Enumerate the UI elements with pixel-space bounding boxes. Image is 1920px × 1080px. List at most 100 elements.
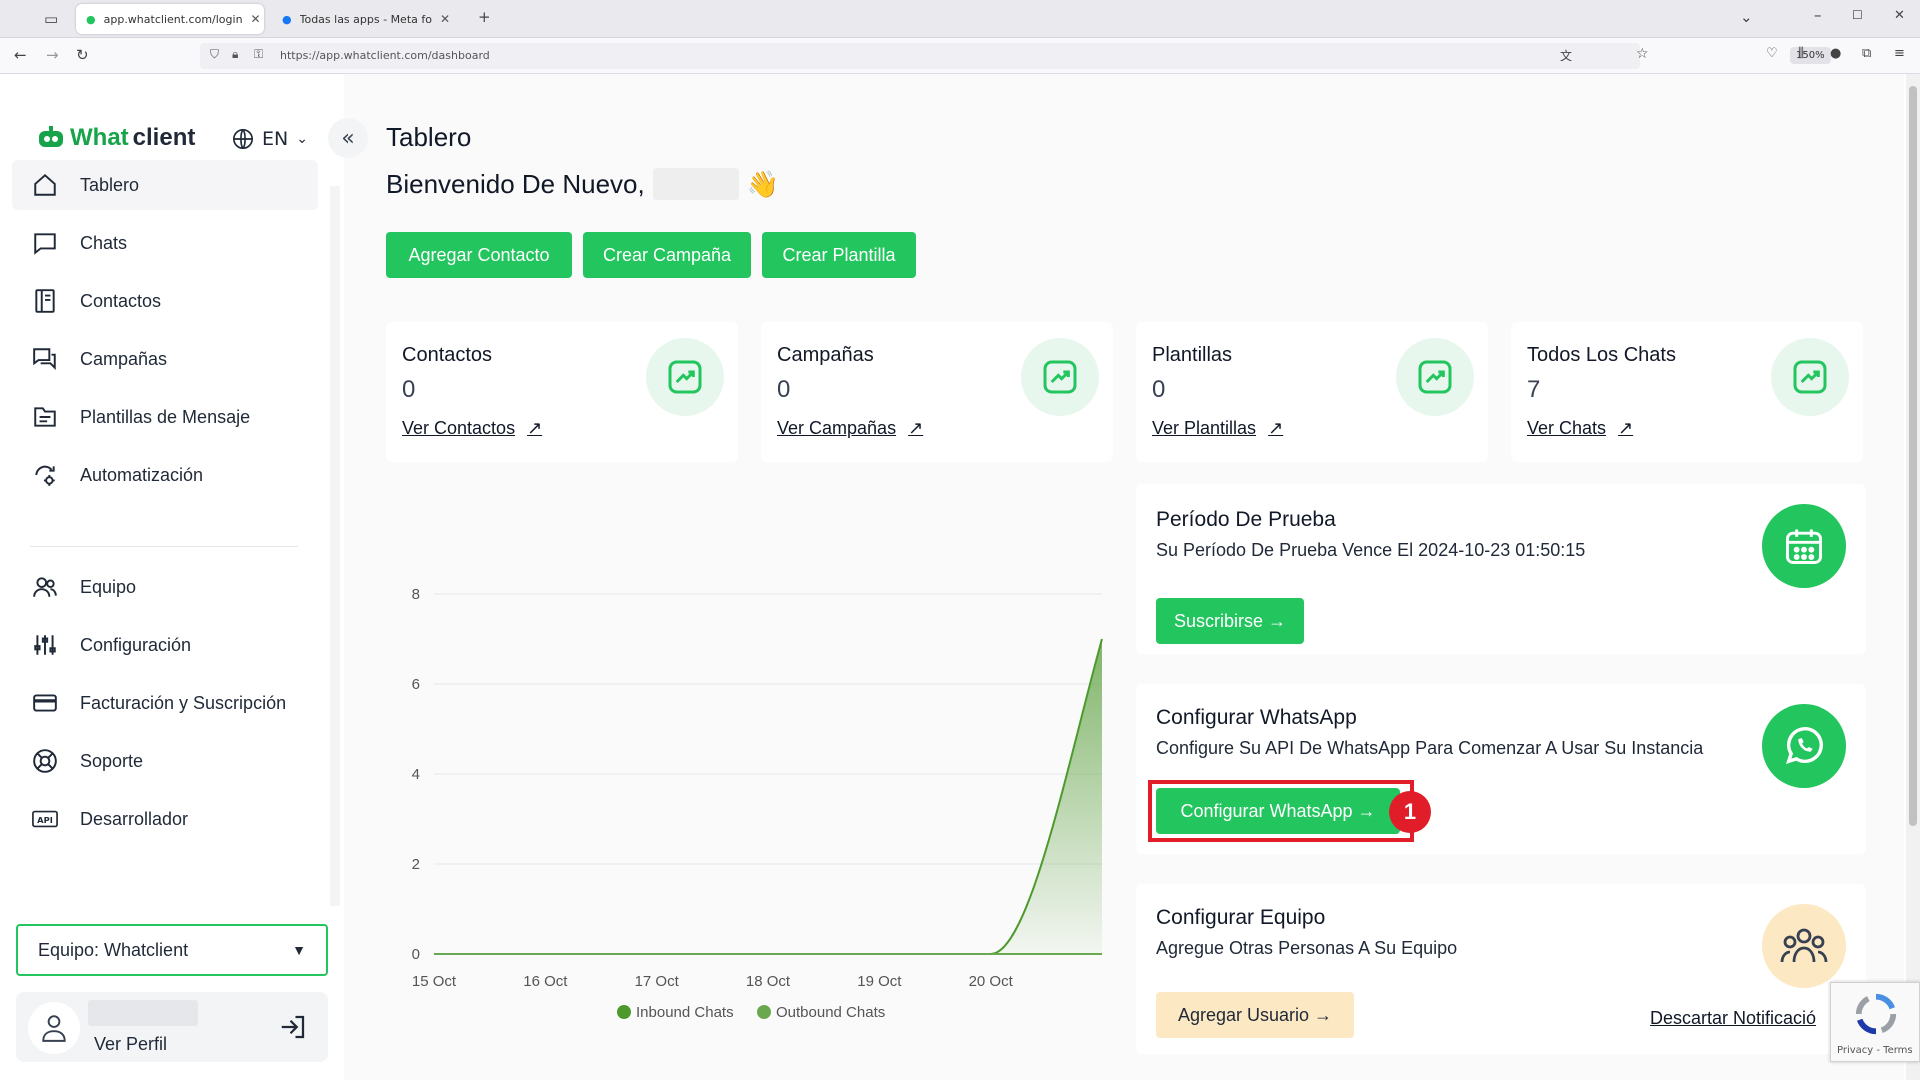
close-tab-icon[interactable]: ✕ [440,12,450,26]
zoom-level-badge[interactable]: 150% [1790,47,1831,64]
tab-overflow-chevron-icon[interactable]: ⌄ [1740,8,1753,26]
sidebar-item-label: Equipo [80,576,137,597]
stat-title: Contactos [402,344,493,366]
minimize-icon[interactable]: – [1814,6,1822,24]
pocket-icon[interactable]: ♡ [1766,46,1778,61]
view-templates-link[interactable]: Ver Plantillas ↗ [1152,418,1283,439]
template-folder-icon [34,407,56,427]
extensions-icon[interactable]: ⧉ [1862,46,1871,61]
sidebar-scrollbar[interactable] [330,186,340,906]
logo-text-what: What [70,124,129,151]
view-profile-link[interactable]: Ver Perfil [94,1034,167,1055]
trial-title: Período De Prueba [1156,508,1336,531]
sidebar-item-contactos[interactable]: Contactos [12,276,318,326]
team-title: Configurar Equipo [1156,906,1326,929]
url-text: https://app.whatclient.com/dashboard [280,49,490,62]
sidebar-item-plantillas[interactable]: Plantillas de Mensaje [12,392,318,442]
page-scrollbar[interactable] [1906,74,1920,1080]
y-tick-label: 6 [412,676,420,693]
arrow-up-right-icon: ↗ [1268,418,1284,438]
key-icon[interactable]: ⚿ [254,47,263,62]
new-tab-icon[interactable]: + [478,8,491,26]
sidebar-item-campanas[interactable]: Campañas [12,334,318,384]
view-contacts-link[interactable]: Ver Contactos ↗ [402,418,542,439]
browser-tab-active[interactable]: ● app.whatclient.com/login ✕ [76,4,264,34]
arrow-up-right-icon: ↗ [908,418,924,438]
shield-icon[interactable]: ⛉ [210,47,219,62]
caret-down-icon: ▼ [292,942,306,958]
stat-icon-container [1771,338,1849,416]
translate-icon[interactable]: 文 [1560,47,1572,64]
tab-list-icon[interactable]: ▭ [44,10,58,28]
welcome-text: Bienvenido De Nuevo, [386,168,645,199]
language-selector[interactable]: EN ⌄ [232,128,308,150]
menu-icon[interactable]: ≡ [1894,46,1905,61]
stat-icon-container [1396,338,1474,416]
chat-icon [34,233,56,255]
sidebar-item-tablero[interactable]: Tablero [12,160,318,210]
x-tick-label: 16 Oct [523,973,568,990]
series-area-inbound [434,639,1102,954]
sidebar-item-desarrollador[interactable]: API Desarrollador [12,794,318,844]
stat-link-label: Ver Plantillas [1152,418,1257,438]
browser-tab[interactable]: ● Todas las apps - Meta for Devel... ✕ [272,4,460,34]
address-bar[interactable]: ⛉ 🔒︎ ⚿ https://app.whatclient.com/dashbo… [200,43,1831,69]
team-icon [33,577,57,597]
create-campaign-button[interactable]: Crear Campaña [583,232,751,278]
user-icon [42,1015,66,1042]
browser-nav-bar: ← → ↻ ⛉ 🔒︎ ⚿ https://app.whatclient.com/… [0,38,1920,74]
favicon-icon: ● [86,12,96,26]
avatar[interactable] [28,1002,80,1054]
subscribe-button[interactable]: Suscribirse → [1156,598,1304,644]
logout-icon[interactable] [278,1012,308,1042]
language-label: EN [262,128,289,150]
automation-gear-icon [35,465,55,486]
dismiss-notification-link[interactable]: Descartar Notificació [1650,1008,1816,1029]
view-campaigns-link[interactable]: Ver Campañas ↗ [777,418,923,439]
lock-icon[interactable]: 🔒︎ [232,47,238,62]
collapse-sidebar-button[interactable]: « [328,118,368,158]
sidebar-item-equipo[interactable]: Equipo [12,562,318,612]
chats-area-chart: 0 2 4 6 8 15 Oct 16 Oct 17 Oct 18 Oct 19 Oct 20 Oc… [412,586,1103,1021]
sidebar-item-configuracion[interactable]: Configuración [12,620,318,670]
back-icon[interactable]: ← [14,46,27,64]
profile-card: Ver Perfil [16,992,328,1062]
trending-up-icon [1043,360,1077,394]
close-tab-icon[interactable]: ✕ [251,12,261,26]
team-select[interactable]: Equipo: Whatclient ▼ [16,924,328,976]
team-icon-container [1762,904,1846,988]
window-close-icon[interactable]: ✕ [1894,8,1905,23]
recaptcha-badge[interactable]: Privacy - Terms [1830,982,1920,1062]
maximize-icon[interactable]: ☐ [1852,8,1863,22]
sidebar-item-facturacion[interactable]: Facturación y Suscripción [12,678,318,728]
x-tick-label: 18 Oct [746,973,791,990]
series-line-inbound [434,638,1103,955]
sidebar-item-label: Configuración [80,634,192,655]
wave-emoji: 👋 [746,168,780,199]
logo-text-client: client [132,124,196,151]
reload-icon[interactable]: ↻ [76,46,89,64]
recaptcha-links[interactable]: Privacy - Terms [1837,1045,1913,1056]
bookmark-star-icon[interactable]: ☆ [1636,46,1649,62]
sidebar-item-soporte[interactable]: Soporte [12,736,318,786]
sidebar-item-automatizacion[interactable]: Automatización [12,450,318,500]
lifebuoy-icon [33,749,57,773]
whatclient-logo[interactable]: What client [36,124,195,152]
add-contact-button[interactable]: Agregar Contacto [386,232,572,278]
whatsapp-icon [1785,727,1823,765]
legend-marker [617,1005,631,1019]
add-user-button[interactable]: Agregar Usuario → [1156,992,1354,1038]
sidebar-item-chats[interactable]: Chats [12,218,318,268]
extension-account-icon[interactable]: ● [1830,46,1841,61]
scrollbar-thumb[interactable] [1909,86,1917,826]
double-chevron-left-icon: « [341,125,355,151]
view-chats-link[interactable]: Ver Chats ↗ [1527,418,1633,439]
legend-label: Outbound Chats [776,1004,885,1021]
stat-icon-container [646,338,724,416]
create-template-button[interactable]: Crear Plantilla [762,232,916,278]
library-icon[interactable]: ⫼ [1798,46,1804,61]
stat-value: 0 [1152,376,1166,403]
trial-period-card: Período De Prueba Su Período De Prueba V… [1136,484,1866,654]
sidebar-item-label: Chats [80,232,128,253]
forward-icon[interactable]: → [46,46,59,64]
